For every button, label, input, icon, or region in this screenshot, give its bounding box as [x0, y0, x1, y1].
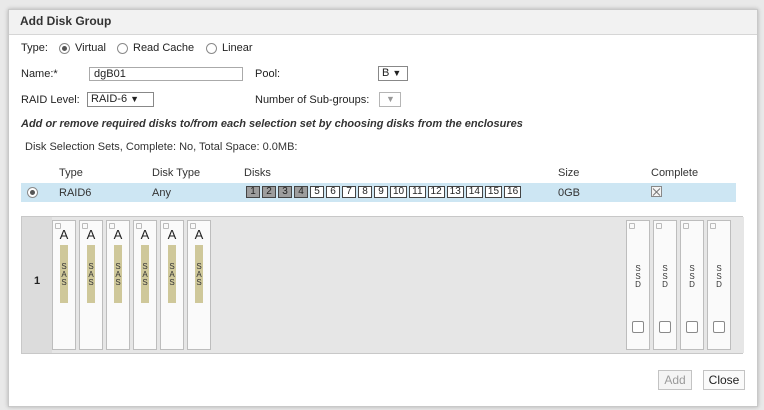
chevron-down-icon: ▼	[392, 68, 402, 78]
slot-media-label: SAS	[115, 262, 121, 287]
led-icon	[656, 223, 662, 229]
row-select-radio[interactable]	[27, 187, 38, 198]
add-disk-group-dialog: Add Disk Group Type: Virtual Read Cache …	[8, 9, 758, 407]
slot-letter: A	[167, 227, 177, 242]
type-virtual-label[interactable]: Virtual	[75, 42, 106, 54]
close-button[interactable]: Close	[703, 370, 745, 390]
type-linear-label[interactable]: Linear	[222, 42, 253, 54]
slot-letter: A	[59, 227, 69, 242]
header-size: Size	[558, 167, 580, 179]
disk-box-15[interactable]: 15	[484, 186, 503, 198]
disk-box-8[interactable]: 8	[358, 186, 372, 198]
type-linear-radio[interactable]	[206, 43, 217, 54]
disk-box-1[interactable]: 1	[246, 186, 260, 198]
led-icon	[683, 223, 689, 229]
slot-media-label: SSD	[635, 264, 641, 289]
disk-box-5[interactable]: 5	[310, 186, 324, 198]
name-field[interactable]	[89, 67, 243, 81]
slot-letter: A	[194, 227, 204, 242]
instruction-text: Add or remove required disks to/from eac…	[21, 118, 523, 130]
row-size: 0GB	[558, 187, 581, 199]
disk-box-9[interactable]: 9	[374, 186, 388, 198]
selection-summary: Disk Selection Sets, Complete: No, Total…	[25, 141, 298, 153]
disk-slot-sas[interactable]: A SAS	[160, 220, 184, 350]
disk-slot-ssd[interactable]: SSD	[653, 220, 677, 350]
slot-media-label: SSD	[689, 264, 695, 289]
slot-media-label: SAS	[88, 262, 94, 287]
sub-groups-label: Number of Sub-groups:	[255, 94, 370, 106]
slot-checkbox[interactable]	[686, 321, 698, 333]
slot-media-label: SAS	[196, 262, 202, 287]
dialog-title-bar[interactable]: Add Disk Group	[9, 10, 757, 35]
slot-checkbox[interactable]	[713, 321, 725, 333]
pool-select-value: B	[382, 67, 390, 79]
disk-box-11[interactable]: 11	[409, 186, 426, 198]
slot-letter: A	[86, 227, 96, 242]
disk-box-6[interactable]: 6	[326, 186, 340, 198]
disk-box-4[interactable]: 4	[294, 186, 308, 198]
disk-slot-ssd[interactable]: SSD	[707, 220, 731, 350]
disk-box-13[interactable]: 13	[446, 186, 464, 198]
disk-slot-sas[interactable]: A SAS	[133, 220, 157, 350]
selection-set-row[interactable]: RAID6 Any 1 2 3 4 5 6 7 8 9 10 11 12 13 14 15 16 0GB	[21, 183, 736, 202]
row-type: RAID6	[59, 187, 92, 199]
slot-checkbox[interactable]	[632, 321, 644, 333]
pool-label: Pool:	[255, 68, 281, 80]
header-disk-type: Disk Type	[152, 167, 201, 179]
chevron-down-icon: ▼	[130, 94, 139, 104]
dialog-title: Add Disk Group	[20, 14, 112, 28]
enclosure-slots: A SAS A SAS A SAS A SAS A SAS A SAS SSD SSD SSD SSD	[52, 217, 744, 353]
header-disks: Disks	[244, 167, 271, 179]
raid-level-select-value: RAID-6	[91, 93, 128, 105]
raid-level-select[interactable]: RAID-6 ▼	[87, 92, 154, 107]
enclosure-view: 1 A SAS A SAS A SAS A SAS A SAS A SAS SSD SSD SSD SSD	[21, 216, 744, 354]
slot-media-label: SAS	[61, 262, 67, 287]
disk-slot-sas[interactable]: A SAS	[52, 220, 76, 350]
name-label: Name:*	[21, 68, 58, 80]
enclosure-number: 1	[34, 275, 41, 287]
disk-slot-sas[interactable]: A SAS	[79, 220, 103, 350]
disk-box-3[interactable]: 3	[278, 186, 292, 198]
disk-box-14[interactable]: 14	[465, 186, 483, 198]
add-button[interactable]: Add	[658, 370, 692, 390]
disk-box-10[interactable]: 10	[390, 186, 408, 198]
type-label: Type:	[21, 42, 48, 54]
disk-box-2[interactable]: 2	[262, 186, 276, 198]
led-icon	[710, 223, 716, 229]
incomplete-icon	[651, 186, 662, 197]
slot-media-label: SSD	[716, 264, 722, 289]
header-type: Type	[59, 167, 83, 179]
type-read-cache-label[interactable]: Read Cache	[133, 42, 194, 54]
disk-slot-sas[interactable]: A SAS	[187, 220, 211, 350]
disk-slot-sas[interactable]: A SAS	[106, 220, 130, 350]
header-complete: Complete	[651, 167, 699, 179]
led-icon	[629, 223, 635, 229]
sub-groups-select[interactable]: ▼	[379, 92, 401, 107]
type-virtual-radio[interactable]	[59, 43, 70, 54]
disk-slot-ssd[interactable]: SSD	[680, 220, 704, 350]
type-read-cache-radio[interactable]	[117, 43, 128, 54]
raid-level-label: RAID Level:	[21, 94, 80, 106]
slot-letter: A	[113, 227, 123, 242]
row-disk-type: Any	[152, 187, 171, 199]
pool-select[interactable]: B ▼	[378, 66, 408, 81]
slot-media-label: SAS	[169, 262, 175, 287]
row-disks: 1 2 3 4 5 6 7 8 9 10 11 12 13 14 15 16	[246, 186, 522, 198]
slot-media-label: SSD	[662, 264, 668, 289]
slot-letter: A	[140, 227, 150, 242]
disk-slot-ssd[interactable]: SSD	[626, 220, 650, 350]
disk-box-16[interactable]: 16	[504, 186, 522, 198]
disk-box-12[interactable]: 12	[427, 186, 445, 198]
slot-media-label: SAS	[142, 262, 148, 287]
slot-checkbox[interactable]	[659, 321, 671, 333]
disk-box-7[interactable]: 7	[342, 186, 356, 198]
chevron-down-icon: ▼	[386, 94, 395, 104]
